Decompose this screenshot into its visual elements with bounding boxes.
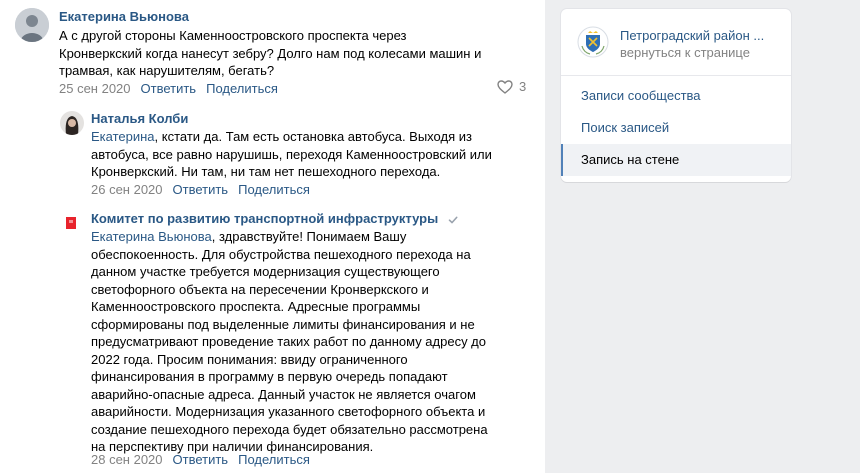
comment-text-line: автобуса, все равно нарушишь, переходя К… [91,146,492,162]
group-name[interactable]: Петроградский район ... [620,28,764,43]
avatar[interactable] [60,211,84,235]
comment-date[interactable]: 26 сен 2020 [91,182,163,197]
comment-text: Екатерина Вьюнова, здравствуйте! Понимае… [91,228,531,456]
heart-icon [497,79,513,94]
avatar[interactable] [15,8,49,42]
comment-meta: 28 сен 2020 Ответить Поделиться [91,452,320,467]
like-button[interactable]: 3 [497,79,526,94]
comment-text-line: предусматривают проведение таких работ п… [91,334,487,349]
comment-text-line: аварийности. Модернизация указанного све… [91,404,486,419]
reply-link[interactable]: Ответить [141,81,197,96]
comment-text-line: создание пешеходного перехода будет обяз… [91,421,488,437]
share-link[interactable]: Поделиться [238,452,310,467]
comment-text-line: финансирования в программу в первую очер… [91,369,448,384]
menu-item-wall-post[interactable]: Запись на стене [561,144,791,176]
comment-text-line: аварийно-опасные адреса. Данный участок … [91,386,476,402]
comment-meta: 25 сен 2020 Ответить Поделиться [59,81,288,96]
comment-text-line: Кронверкский. Ни там, ни там нет пешеход… [91,164,441,179]
share-link[interactable]: Поделиться [238,182,310,197]
comment-text-line: трамвая, как нарушителям, бегать? [59,63,275,78]
comments-feed: Екатерина Вьюнова А с другой стороны Кам… [0,0,545,473]
comment-date[interactable]: 25 сен 2020 [59,81,131,96]
comment-text-line: Екатерина, кстати да. Там есть остановка… [91,129,472,144]
comment-date[interactable]: 28 сен 2020 [91,452,163,467]
back-to-page-link[interactable]: вернуться к странице [620,45,750,60]
reply-mention[interactable]: Екатерина Вьюнова [91,229,212,244]
comment-text-line: Екатерина Вьюнова, здравствуйте! Понимае… [91,229,407,244]
group-sidebar: Петроградский район ... вернуться к стра… [561,9,791,182]
comment-text-line: Каменноостровского проспекта. Адресные п… [91,299,421,314]
comment-text-line: 2022 года. Просим понимания: ввиду огран… [91,351,408,367]
menu-item-community-posts[interactable]: Записи сообщества [561,80,791,112]
comment-text-line: А с другой стороны Каменноостровского пр… [59,28,407,43]
comment-text-line: Кронверкский когда нанесут зебру? Долго … [59,45,482,61]
comment-text-line: сформированы под выделенные лимиты финан… [91,316,475,332]
comment-text-line: светофорного объекта на пересечении Крон… [91,281,429,297]
comment-author[interactable]: Екатерина Вьюнова [59,9,189,24]
reply-link[interactable]: Ответить [173,452,229,467]
comment-text-line: обеспокоенность. Для обустройства пешехо… [91,246,471,262]
comment-text-line: данном участке требуется модернизация су… [91,264,440,279]
share-link[interactable]: Поделиться [206,81,278,96]
comment-text: Екатерина, кстати да. Там есть остановка… [91,128,531,181]
coat-of-arms-icon [577,26,609,58]
like-count: 3 [519,79,527,94]
group-header[interactable]: Петроградский район ... вернуться к стра… [561,9,791,76]
verified-icon [448,216,458,223]
reply-mention[interactable]: Екатерина [91,129,155,144]
comment-meta: 26 сен 2020 Ответить Поделиться [91,182,320,197]
comment-author[interactable]: Комитет по развитию транспортной инфраст… [91,211,458,226]
comment-author[interactable]: Наталья Колби [91,111,188,126]
reply-link[interactable]: Ответить [173,182,229,197]
avatar[interactable] [60,111,84,135]
menu-item-search-posts[interactable]: Поиск записей [561,112,791,144]
comment-text: А с другой стороны Каменноостровского пр… [59,27,529,80]
